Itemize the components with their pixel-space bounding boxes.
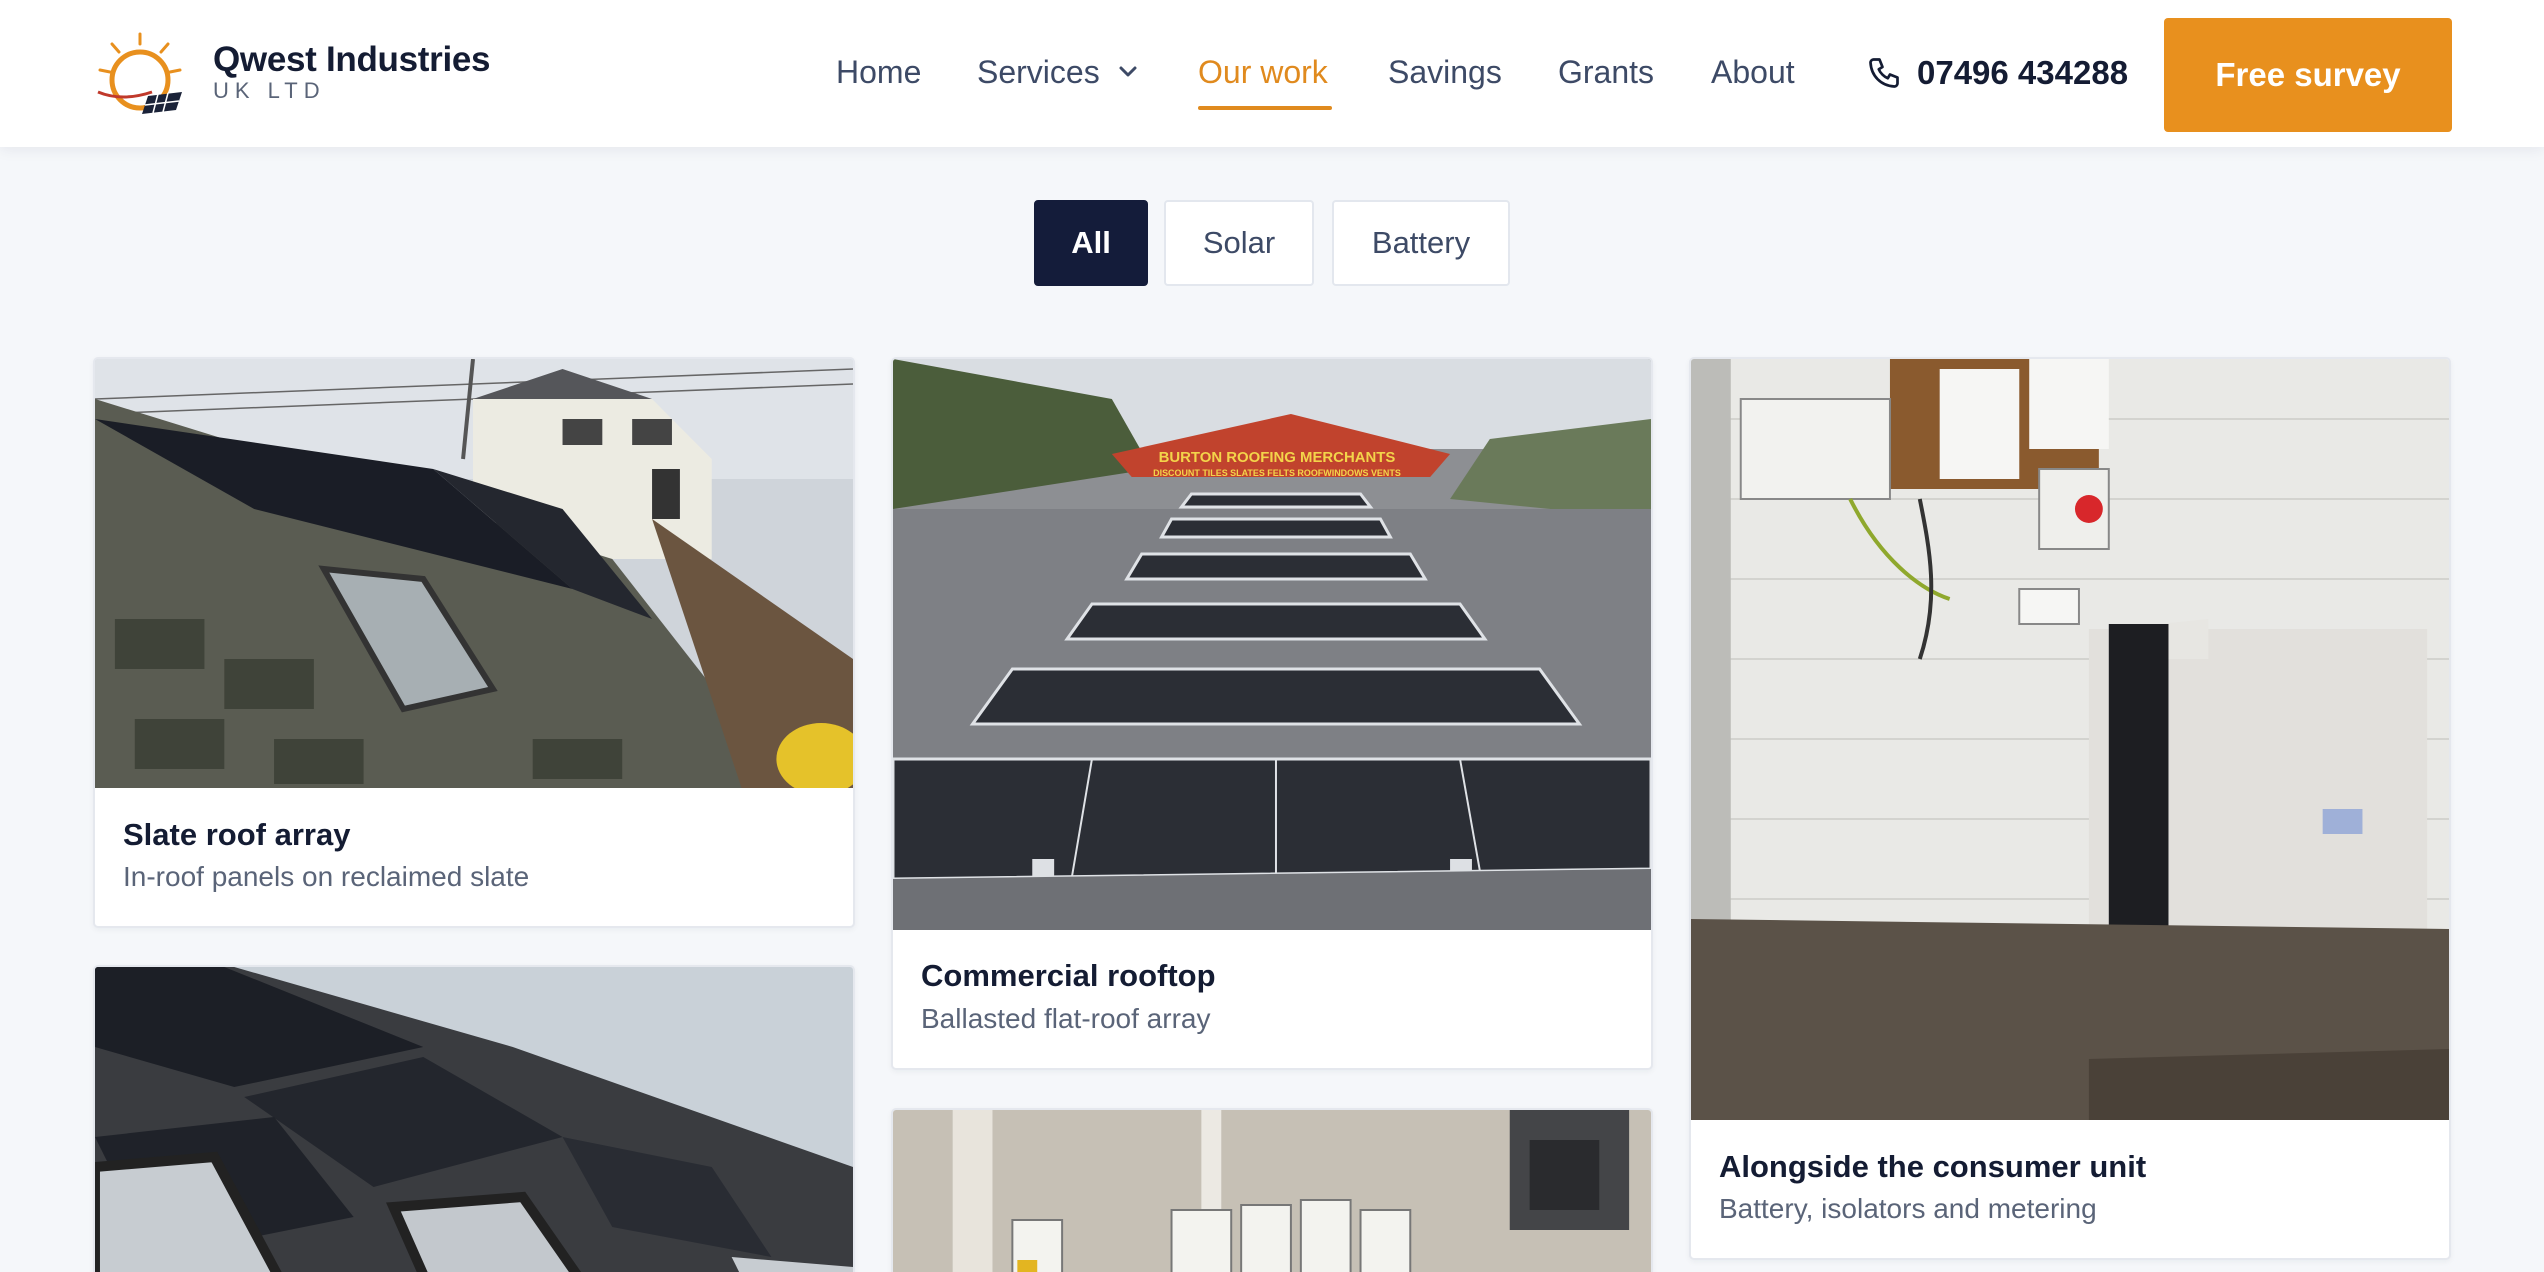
site-header: Qwest Industries UK LTD Home Services Ou… [0, 0, 2544, 147]
nav-about[interactable]: About [1711, 52, 1795, 92]
filter-solar-button[interactable]: Solar [1164, 200, 1314, 286]
nav-grants[interactable]: Grants [1558, 52, 1654, 92]
brand-subtitle: UK LTD [213, 78, 326, 103]
nav-services[interactable]: Services [977, 52, 1100, 92]
project-photo-consumer-unit [1691, 359, 2449, 1120]
nav-home[interactable]: Home [836, 52, 921, 92]
filter-all-button[interactable]: All [1034, 200, 1148, 286]
project-subtitle: Battery, isolators and metering [1719, 1193, 2097, 1224]
sun-logo-icon[interactable] [92, 30, 188, 120]
free-survey-button[interactable]: Free survey [2164, 18, 2452, 132]
chevron-down-icon[interactable] [1117, 64, 1139, 80]
phone-icon[interactable] [1866, 55, 1902, 91]
project-subtitle: In-roof panels on reclaimed slate [123, 861, 530, 892]
sign-text-line2: DISCOUNT TILES SLATES FELTS ROOFWINDOWS … [1153, 468, 1401, 478]
project-title: Alongside the consumer unit [1719, 1149, 2147, 1184]
phone-number-link[interactable]: 07496 434288 [1917, 53, 2128, 93]
active-nav-underline [1198, 106, 1332, 110]
filter-battery-button[interactable]: Battery [1332, 200, 1510, 286]
project-title: Slate roof array [123, 817, 351, 852]
project-photo-roof-windows [95, 967, 853, 1272]
brand-name[interactable]: Qwest Industries [213, 40, 491, 80]
project-card[interactable]: Slate roof array In-roof panels on recla… [93, 357, 855, 928]
nav-our-work[interactable]: Our work [1198, 52, 1328, 92]
project-card[interactable] [93, 965, 855, 1272]
project-subtitle: Ballasted flat-roof array [921, 1003, 1211, 1034]
project-card[interactable]: BURTON ROOFING MERCHANTS DISCOUNT TILES … [891, 357, 1653, 1070]
project-photo-isolators [893, 1110, 1651, 1272]
project-card[interactable] [891, 1108, 1653, 1272]
project-photo-slate-roof [95, 359, 853, 788]
project-card[interactable]: Alongside the consumer unit Battery, iso… [1689, 357, 2451, 1260]
project-photo-commercial-rooftop: BURTON ROOFING MERCHANTS DISCOUNT TILES … [893, 359, 1651, 930]
project-title: Commercial rooftop [921, 958, 1216, 993]
nav-savings[interactable]: Savings [1388, 52, 1502, 92]
sign-text: BURTON ROOFING MERCHANTS [1159, 449, 1396, 466]
